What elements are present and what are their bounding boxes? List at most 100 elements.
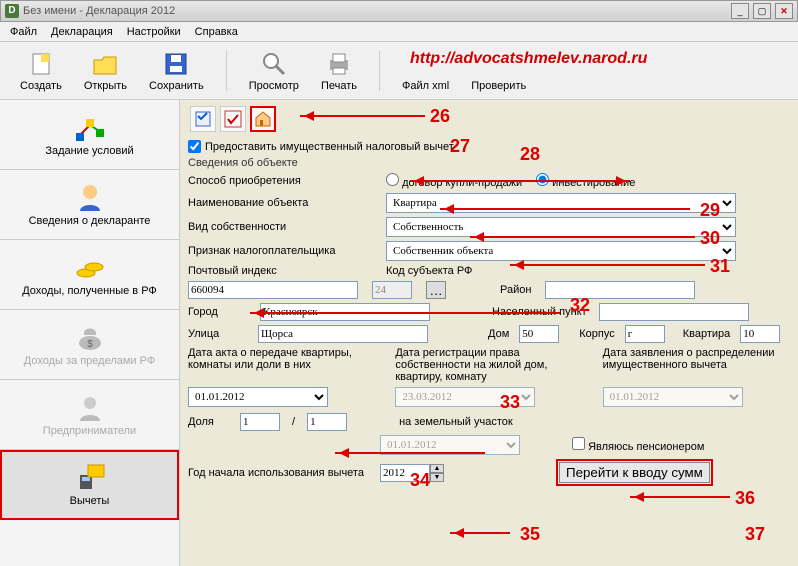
house-label: Дом — [488, 328, 509, 340]
svg-text:$: $ — [87, 339, 93, 350]
ownership-select[interactable]: Собственность — [386, 217, 736, 237]
sidebar-label: Вычеты — [70, 495, 110, 507]
locality-input[interactable] — [599, 303, 749, 321]
sidebar-item-income-abroad[interactable]: $ Доходы за пределами РФ — [0, 310, 179, 380]
radio-invest-wrap[interactable]: инвестирование — [536, 173, 635, 189]
flat-label: Квартира — [683, 328, 731, 340]
city-input[interactable] — [260, 303, 430, 321]
person-icon — [74, 183, 106, 211]
toolbar-print[interactable]: Печать — [321, 50, 357, 92]
form-panel: Предоставить имущественный налоговый выч… — [180, 100, 798, 566]
sidebar-label: Сведения о декларанте — [29, 215, 151, 227]
district-input[interactable] — [545, 281, 695, 299]
radio-contract[interactable] — [386, 173, 399, 186]
date-act-input[interactable]: 01.01.2012 — [188, 387, 328, 407]
anno-35: 35 — [520, 524, 540, 545]
watermark-url: http://advocatshmelev.narod.ru — [410, 50, 647, 68]
district-label: Район — [500, 284, 531, 296]
maximize-button[interactable]: ▢ — [753, 3, 771, 19]
sidebar-item-declarant[interactable]: Сведения о декларанте — [0, 170, 179, 240]
postcode-input[interactable] — [188, 281, 358, 299]
save-icon — [162, 50, 190, 78]
region-code-input[interactable] — [372, 281, 412, 299]
toolbar-save[interactable]: Сохранить — [149, 50, 204, 92]
house-input[interactable] — [519, 325, 559, 343]
radio-invest[interactable] — [536, 173, 549, 186]
region-code-label: Код субъекта РФ — [386, 265, 472, 277]
anno-36: 36 — [735, 488, 755, 509]
coins-icon — [74, 253, 106, 281]
flat-input[interactable] — [740, 325, 780, 343]
subtab-standard[interactable] — [190, 106, 216, 132]
object-name-select[interactable]: Квартира — [386, 193, 736, 213]
city-label: Город — [188, 306, 248, 318]
object-name-label: Наименование объекта — [188, 197, 378, 209]
land-date-input: 01.01.2012 — [380, 435, 520, 455]
share-label: Доля — [188, 416, 228, 428]
open-icon — [91, 50, 119, 78]
sidebar-label: Предприниматели — [43, 425, 136, 437]
date-reg-label: Дата регистрации права собственности на … — [395, 347, 582, 383]
sidebar-label: Доходы, полученные в РФ — [22, 285, 157, 297]
magnify-icon — [260, 50, 288, 78]
share-numerator[interactable] — [240, 413, 280, 431]
sidebar-label: Задание условий — [45, 145, 133, 157]
new-icon — [27, 50, 55, 78]
taxpayer-select[interactable]: Собственник объекта — [386, 241, 736, 261]
radio-contract-wrap[interactable]: договор купли-продажи — [386, 173, 522, 189]
pensioner-label: Являюсь пенсионером — [588, 441, 704, 453]
street-label: Улица — [188, 328, 248, 340]
share-denominator[interactable] — [307, 413, 347, 431]
toolbar-create[interactable]: Создать — [20, 50, 62, 92]
sidebar-item-entrepreneur[interactable]: Предприниматели — [0, 380, 179, 450]
menu-settings[interactable]: Настройки — [127, 26, 181, 38]
land-label: на земельный участок — [399, 416, 513, 428]
arrow-35 — [450, 532, 510, 534]
object-info-heading: Сведения об объекте — [188, 157, 790, 169]
provide-deduction-checkbox[interactable] — [188, 140, 201, 153]
building-input[interactable] — [625, 325, 665, 343]
pensioner-checkbox[interactable] — [572, 437, 585, 450]
menu-declaration[interactable]: Декларация — [51, 26, 113, 38]
region-code-lookup-button[interactable]: … — [426, 281, 446, 299]
year-label: Год начала использования вычета — [188, 467, 368, 479]
bag-icon: $ — [74, 323, 106, 351]
date-reg-input: 23.03.2012 — [395, 387, 535, 407]
postcode-label: Почтовый индекс — [188, 265, 378, 277]
arrow-36 — [630, 496, 730, 498]
taxpayer-label: Признак налогоплательщика — [188, 245, 378, 257]
menu-help[interactable]: Справка — [195, 26, 238, 38]
year-up[interactable]: ▲ — [430, 464, 444, 473]
year-input[interactable] — [380, 464, 430, 482]
window-title: Без имени - Декларация 2012 — [23, 5, 727, 17]
subtab-property[interactable] — [250, 106, 276, 132]
subtab-social[interactable] — [220, 106, 246, 132]
toolbar-separator — [226, 51, 227, 91]
print-icon — [325, 50, 353, 78]
sidebar: Задание условий Сведения о декларанте До… — [0, 100, 180, 566]
entrepreneur-icon — [74, 393, 106, 421]
minimize-button[interactable]: _ — [731, 3, 749, 19]
deductions-icon — [74, 463, 106, 491]
sidebar-item-conditions[interactable]: Задание условий — [0, 100, 179, 170]
locality-label: Населенный пункт — [492, 306, 587, 318]
titlebar: D Без имени - Декларация 2012 _ ▢ ✕ — [0, 0, 798, 22]
toolbar-preview[interactable]: Просмотр — [249, 50, 299, 92]
year-down[interactable]: ▼ — [430, 473, 444, 482]
toolbar-open[interactable]: Открыть — [84, 50, 127, 92]
conditions-icon — [74, 113, 106, 141]
toolbar: Создать Открыть Сохранить Просмотр Печат… — [0, 42, 798, 100]
street-input[interactable] — [258, 325, 428, 343]
menubar: Файл Декларация Настройки Справка — [0, 22, 798, 42]
close-button[interactable]: ✕ — [775, 3, 793, 19]
acquisition-method-label: Способ приобретения — [188, 175, 378, 187]
menu-file[interactable]: Файл — [10, 26, 37, 38]
sidebar-item-income-rf[interactable]: Доходы, полученные в РФ — [0, 240, 179, 310]
date-app-label: Дата заявления о распределении имуществе… — [603, 347, 790, 383]
anno-37: 37 — [745, 524, 765, 545]
toolbar-separator — [379, 51, 380, 91]
ownership-label: Вид собственности — [188, 221, 378, 233]
sidebar-label: Доходы за пределами РФ — [24, 355, 155, 367]
sidebar-item-deductions[interactable]: Вычеты — [0, 450, 179, 520]
goto-sums-button[interactable]: Перейти к вводу сумм — [559, 462, 710, 483]
